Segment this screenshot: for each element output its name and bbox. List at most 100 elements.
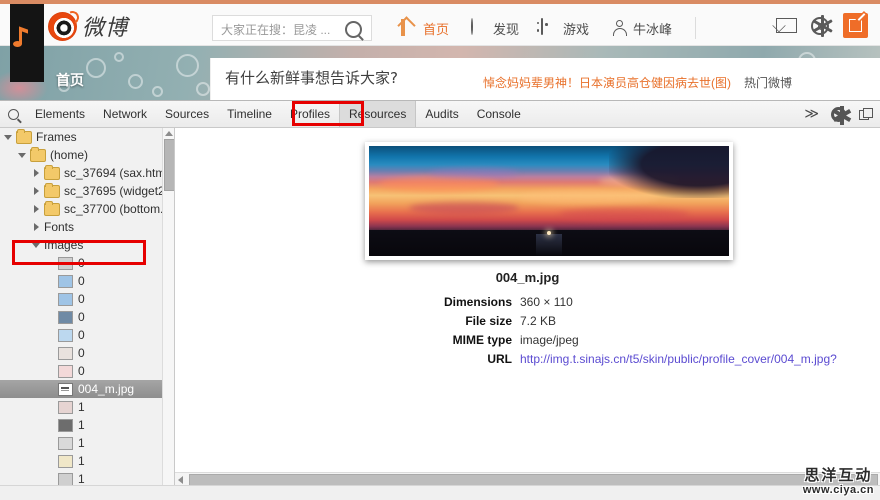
- devtools-status-bar: [0, 485, 880, 500]
- tree-node-label: 0: [78, 310, 85, 324]
- compose-icon: [849, 19, 862, 32]
- banner-title: 首页: [56, 72, 84, 88]
- weibo-header-actions: [776, 13, 868, 38]
- tab-label: Sources: [165, 107, 210, 121]
- search-icon[interactable]: [345, 21, 362, 38]
- chevron-right-icon[interactable]: [32, 204, 42, 214]
- tree-node-label: 0: [78, 328, 85, 342]
- tree-node[interactable]: (home): [0, 146, 174, 164]
- weibo-search-box[interactable]: 大家正在搜：昆凌 ...: [212, 15, 372, 41]
- tree-node[interactable]: 1: [0, 416, 174, 434]
- tree-node[interactable]: sc_37700 (bottom.h…: [0, 200, 174, 218]
- resources-tree: Frames (home) sc_37694 (sax.html) sc_37695 …: [0, 128, 174, 488]
- weibo-compose-box[interactable]: 有什么新鲜事想告诉大家? 悼念妈妈辈男神！日本演员高仓健因病去世(图) 热门微博: [210, 58, 880, 100]
- folder-icon: [30, 146, 46, 162]
- nav-divider: [695, 17, 697, 39]
- tree-node[interactable]: sc_37694 (sax.html): [0, 164, 174, 182]
- tree-node-label: sc_37694 (sax.html): [64, 166, 173, 180]
- nav-item-game[interactable]: 游戏: [532, 17, 598, 40]
- tree-node[interactable]: 1: [0, 398, 174, 416]
- chevron-down-icon[interactable]: [4, 132, 14, 142]
- image-thumbnail-icon: [58, 346, 73, 360]
- tree-node-label: 1: [78, 400, 85, 414]
- nav-item-discover[interactable]: 发现: [462, 17, 528, 40]
- sidebar-vertical-scrollbar[interactable]: [162, 128, 174, 500]
- devtools-tab-profiles[interactable]: Profiles: [281, 102, 339, 126]
- settings-gear-icon[interactable]: [811, 14, 833, 37]
- metadata-value: 360 × 110: [520, 295, 573, 309]
- chevron-right-icon[interactable]: [32, 222, 42, 232]
- nav-item-home[interactable]: 首页: [392, 17, 458, 40]
- compose-button[interactable]: [843, 13, 868, 38]
- devtools-tab-resources[interactable]: Resources: [339, 101, 417, 127]
- preview-file-name: 004_m.jpg: [495, 270, 560, 285]
- weibo-logo[interactable]: 微博: [48, 10, 128, 42]
- chevron-right-icon[interactable]: [32, 186, 42, 196]
- tree-node[interactable]: 0: [0, 308, 174, 326]
- image-thumbnail-icon: [58, 472, 73, 486]
- tree-node[interactable]: 0: [0, 272, 174, 290]
- watermark: 思洋互动 www.ciya.cn: [803, 468, 874, 496]
- scroll-up-icon[interactable]: [165, 131, 173, 136]
- devtools-toolbar: Elements Network Sources Timeline Profiles Re…: [0, 101, 880, 128]
- tree-node-label: 1: [78, 454, 85, 468]
- settings-gear-icon[interactable]: [831, 106, 851, 125]
- resource-preview-pane: 004_m.jpg Dimensions 360 × 110 File size 7.…: [175, 128, 880, 500]
- devtools-tab-audits[interactable]: Audits: [416, 102, 467, 126]
- tree-node[interactable]: 0: [0, 290, 174, 308]
- metadata-row: MIME type image/jpeg: [175, 332, 880, 348]
- nav-item-user-label: 牛冰峰: [633, 21, 673, 37]
- chevron-down-icon[interactable]: [32, 240, 42, 250]
- devtools-tab-elements[interactable]: Elements: [26, 102, 94, 126]
- chevron-down-icon[interactable]: [18, 150, 28, 160]
- devtools-tab-strip: Elements Network Sources Timeline Profiles Re…: [26, 101, 530, 127]
- preview-metadata: Dimensions 360 × 110 File size 7.2 KB MIME t…: [175, 294, 880, 370]
- tree-node[interactable]: 1: [0, 452, 174, 470]
- tree-node[interactable]: 1: [0, 434, 174, 452]
- image-thumbnail-icon: [58, 274, 73, 288]
- screenshot-root: 微博 大家正在搜：昆凌 ... 首页 发现 游戏 牛冰峰 首页 有什么新鲜事想告…: [0, 0, 880, 500]
- folder-icon: [16, 128, 32, 144]
- tree-node-label: sc_37700 (bottom.h…: [64, 202, 175, 216]
- nav-item-user[interactable]: 牛冰峰: [602, 17, 681, 40]
- resources-sidebar[interactable]: Frames (home) sc_37694 (sax.html) sc_37695 …: [0, 128, 175, 500]
- hot-topic-link[interactable]: 悼念妈妈辈男神！日本演员高仓健因病去世(图): [483, 74, 731, 91]
- tree-node[interactable]: Frames: [0, 128, 174, 146]
- devtools-tab-sources[interactable]: Sources: [156, 102, 218, 126]
- metadata-row: Dimensions 360 × 110: [175, 294, 880, 310]
- hot-weibo-label[interactable]: 热门微博: [744, 74, 792, 91]
- devtools-tab-network[interactable]: Network: [94, 102, 156, 126]
- message-icon[interactable]: [776, 18, 797, 33]
- devtools-tab-timeline[interactable]: Timeline: [218, 102, 281, 126]
- preview-horizontal-scrollbar[interactable]: [175, 472, 880, 486]
- weibo-page: 微博 大家正在搜：昆凌 ... 首页 发现 游戏 牛冰峰 首页 有什么新鲜事想告…: [0, 0, 880, 100]
- tree-node[interactable]: 004_m.jpg: [0, 380, 174, 398]
- folder-icon: [44, 164, 60, 180]
- tree-node[interactable]: Fonts: [0, 218, 174, 236]
- scrollbar-thumb[interactable]: [164, 139, 174, 191]
- tree-node[interactable]: 0: [0, 254, 174, 272]
- tree-node-label: Fonts: [44, 220, 75, 234]
- dock-window-icon[interactable]: [859, 107, 874, 121]
- user-icon: [611, 19, 629, 37]
- metadata-url-link[interactable]: http://img.t.sinajs.cn/t5/skin/public/pr…: [520, 351, 837, 367]
- scroll-left-icon[interactable]: [178, 476, 183, 484]
- metadata-key: File size: [465, 314, 512, 328]
- console-drawer-icon[interactable]: ≫: [804, 106, 819, 122]
- devtools-tab-console[interactable]: Console: [468, 102, 530, 126]
- tree-node[interactable]: Images: [0, 236, 174, 254]
- tree-node[interactable]: 0: [0, 344, 174, 362]
- nav-item-home-label: 首页: [423, 21, 450, 37]
- tree-node[interactable]: sc_37695 (widget2.h…: [0, 182, 174, 200]
- chevron-right-icon[interactable]: [32, 168, 42, 178]
- image-thumbnail-icon: [58, 436, 73, 450]
- devtools-search-icon[interactable]: [0, 101, 26, 127]
- tree-node[interactable]: 0: [0, 326, 174, 344]
- tree-node[interactable]: 0: [0, 362, 174, 380]
- music-player-panel[interactable]: [10, 4, 44, 82]
- metadata-value: 7.2 KB: [520, 314, 557, 328]
